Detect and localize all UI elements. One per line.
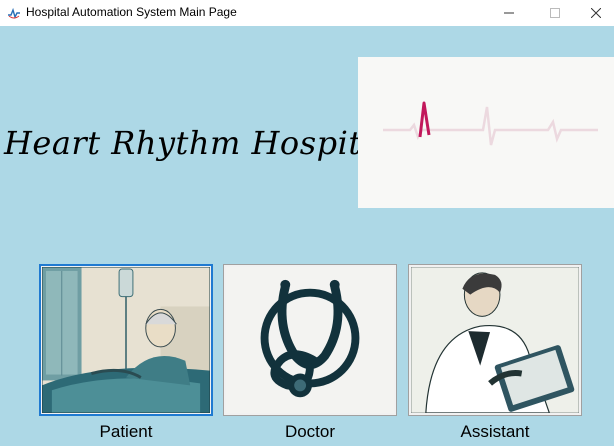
assistant-button[interactable] [408,264,582,416]
doctor-label: Doctor [284,422,336,441]
patient-label: Patient [99,422,153,441]
hospital-name: Heart Rhythm Hospital [4,124,392,162]
window-title: Hospital Automation System Main Page [26,5,237,19]
minimize-button[interactable] [486,0,532,26]
maximize-button[interactable] [532,0,578,26]
ecg-banner-image [358,57,614,208]
ecg-heartbeat-icon [383,101,598,146]
minimize-icon [504,12,514,14]
main-panel: Heart Rhythm Hospital Patient Doctor Ass… [0,26,614,446]
patient-button[interactable] [39,264,213,416]
title-bar: Hospital Automation System Main Page [0,0,614,26]
close-button[interactable] [578,0,614,26]
doctor-button[interactable] [223,264,397,416]
maximize-icon [550,8,560,18]
stethoscope-illustration [226,267,394,413]
assistant-label: Assistant [460,422,530,441]
app-icon [8,7,20,19]
assistant-with-clipboard-illustration [410,266,580,414]
patient-in-bed-illustration [41,266,211,414]
close-icon [591,8,601,18]
